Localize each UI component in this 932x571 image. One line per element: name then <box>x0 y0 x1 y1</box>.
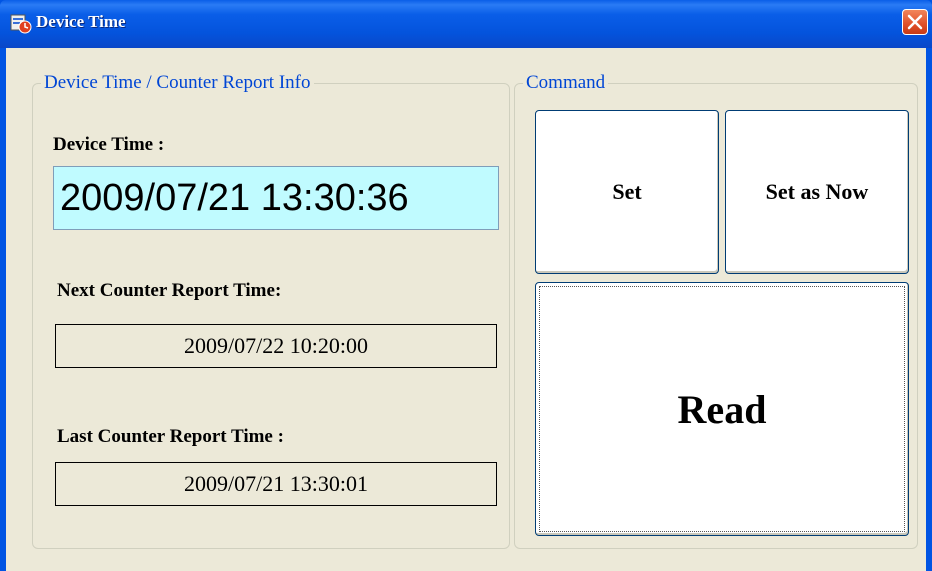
next-report-label: Next Counter Report Time: <box>57 280 282 301</box>
info-group-title: Device Time / Counter Report Info <box>41 72 314 94</box>
set-as-now-button-label: Set as Now <box>765 179 869 204</box>
last-report-field: 2009/07/21 13:30:01 <box>55 462 497 506</box>
close-button[interactable] <box>902 9 928 35</box>
set-button-label: Set <box>612 179 642 204</box>
set-as-now-button[interactable]: Set as Now <box>725 110 909 274</box>
next-report-field: 2009/07/22 10:20:00 <box>55 324 497 368</box>
command-group-title: Command <box>523 72 609 94</box>
read-button-label: Read <box>677 386 767 432</box>
read-button[interactable]: Read <box>535 282 909 536</box>
command-group: Command Set Set as Now Read <box>514 72 918 549</box>
device-time-window: Device Time Device Time / Counter Report… <box>0 0 932 571</box>
device-app-icon <box>10 12 32 34</box>
title-bar[interactable]: Device Time <box>0 0 932 48</box>
window-title: Device Time <box>36 12 126 31</box>
close-icon <box>903 14 927 38</box>
window-client-area: Device Time / Counter Report Info Device… <box>6 48 926 571</box>
last-report-label: Last Counter Report Time : <box>57 426 284 447</box>
set-button[interactable]: Set <box>535 110 719 274</box>
device-time-info-group: Device Time / Counter Report Info Device… <box>32 72 510 549</box>
device-time-label: Device Time : <box>53 134 165 155</box>
device-time-field[interactable]: 2009/07/21 13:30:36 <box>53 166 499 230</box>
